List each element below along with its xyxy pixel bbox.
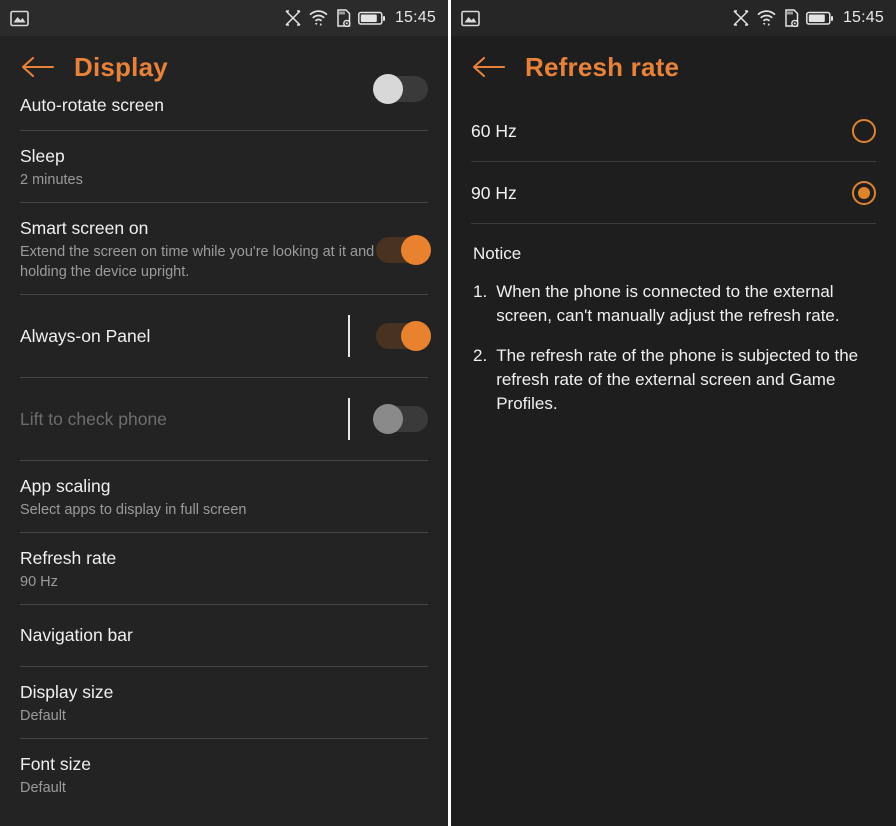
setting-title: Sleep: [20, 146, 65, 166]
wifi-icon: [757, 10, 776, 26]
setting-subtitle: Default: [20, 780, 66, 796]
setting-subtitle: Select apps to display in full screen: [20, 502, 247, 518]
setting-row-auto-rotate-screen[interactable]: Auto-rotate screen: [20, 74, 428, 130]
setting-title: Lift to check phone: [20, 408, 167, 429]
setting-title: Navigation bar: [20, 625, 133, 645]
battery-icon: [358, 11, 385, 25]
status-bar-system-icons: 15:45: [284, 8, 436, 28]
sd-card-icon: [785, 8, 799, 27]
status-bar-left: 15:45: [0, 0, 448, 36]
setting-title: Always-on Panel: [20, 325, 151, 346]
x-app-icon: [733, 10, 749, 26]
setting-title: App scaling: [20, 476, 111, 496]
dual-screenshot-container: 15:45 Display Auto-rotate screen Sleep 2…: [0, 0, 896, 826]
refresh-rate-app-bar: Refresh rate: [451, 36, 896, 94]
toggle-thumb: [373, 404, 403, 434]
row-text-group: Navigation bar: [20, 624, 428, 647]
notice-item: 1. When the phone is connected to the ex…: [473, 280, 876, 328]
notice-item: 2. The refresh rate of the phone is subj…: [473, 344, 876, 416]
display-settings-screen: 15:45 Display Auto-rotate screen Sleep 2…: [0, 0, 448, 826]
refresh-rate-screen: 15:45 Refresh rate 60 Hz 90 Hz Notice 1.…: [448, 0, 896, 826]
row-text-group: Always-on Panel: [20, 325, 348, 348]
status-bar-clock: 15:45: [394, 9, 436, 26]
refresh-rate-options: 60 Hz 90 Hz: [451, 100, 896, 224]
setting-row-display-size[interactable]: Display size Default: [20, 667, 428, 738]
status-bar-right: 15:45: [451, 0, 896, 36]
notice-item-text: When the phone is connected to the exter…: [496, 282, 840, 325]
setting-subtitle: 2 minutes: [20, 172, 83, 188]
toggle-separator: [348, 398, 350, 440]
wifi-icon: [309, 10, 328, 26]
setting-row-smart-screen-on[interactable]: Smart screen on Extend the screen on tim…: [20, 203, 431, 294]
sd-card-icon: [337, 8, 351, 27]
setting-title: Auto-rotate screen: [20, 95, 164, 115]
notice-section: Notice 1. When the phone is connected to…: [451, 224, 896, 416]
auto-rotate-toggle[interactable]: [373, 74, 428, 104]
lift-to-check-phone-toggle[interactable]: [373, 404, 428, 434]
status-bar-notifications: [10, 10, 29, 27]
back-arrow-icon[interactable]: [20, 55, 56, 79]
toggle-thumb: [401, 321, 431, 351]
photo-icon: [461, 10, 480, 26]
back-arrow-icon[interactable]: [471, 55, 507, 79]
setting-subtitle: Extend the screen on time while you're l…: [20, 244, 375, 280]
row-text-group: Refresh rate 90 Hz: [20, 547, 428, 592]
row-text-group: Display size Default: [20, 681, 428, 726]
setting-row-navigation-bar[interactable]: Navigation bar: [20, 605, 428, 666]
setting-title: Smart screen on: [20, 218, 149, 238]
radio-90hz[interactable]: [852, 181, 876, 205]
setting-title: Display size: [20, 682, 114, 702]
setting-subtitle: 90 Hz: [20, 574, 58, 590]
notice-item-number: 2.: [473, 346, 488, 365]
option-label: 90 Hz: [471, 182, 517, 203]
smart-screen-on-toggle[interactable]: [376, 234, 431, 265]
row-text-group: App scaling Select apps to display in fu…: [20, 475, 428, 520]
setting-row-always-on-panel[interactable]: Always-on Panel: [20, 295, 431, 377]
status-bar-system-icons: 15:45: [732, 8, 884, 28]
radio-60hz[interactable]: [852, 119, 876, 143]
setting-row-refresh-rate[interactable]: Refresh rate 90 Hz: [20, 533, 428, 604]
battery-icon: [806, 11, 833, 25]
x-app-icon: [285, 10, 301, 26]
option-row-60hz[interactable]: 60 Hz: [471, 100, 876, 161]
notice-item-number: 1.: [473, 282, 488, 301]
status-bar-clock: 15:45: [842, 9, 884, 26]
toggle-thumb: [401, 234, 431, 265]
page-title: Display: [74, 51, 168, 82]
row-text-group: Sleep 2 minutes: [20, 145, 428, 190]
row-text-group: Smart screen on Extend the screen on tim…: [20, 217, 376, 282]
display-settings-list: Auto-rotate screen Sleep 2 minutes Smart…: [0, 74, 448, 810]
row-text-group: Font size Default: [20, 753, 428, 798]
row-text-group: Auto-rotate screen: [20, 94, 376, 117]
always-on-panel-toggle[interactable]: [376, 321, 431, 351]
setting-row-app-scaling[interactable]: App scaling Select apps to display in fu…: [20, 461, 428, 532]
toggle-separator: [348, 315, 350, 357]
toggle-thumb: [373, 74, 403, 104]
photo-icon: [10, 10, 29, 26]
row-text-group: Lift to check phone: [20, 408, 348, 431]
status-bar-notifications: [461, 10, 480, 27]
notice-title: Notice: [473, 244, 522, 263]
option-label: 60 Hz: [471, 120, 517, 141]
setting-row-font-size[interactable]: Font size Default: [20, 739, 428, 810]
setting-subtitle: Default: [20, 708, 66, 724]
option-row-90hz[interactable]: 90 Hz: [471, 162, 876, 223]
setting-title: Refresh rate: [20, 548, 117, 568]
setting-title: Font size: [20, 754, 91, 774]
page-title: Refresh rate: [525, 51, 680, 82]
notice-item-text: The refresh rate of the phone is subject…: [496, 346, 859, 413]
setting-row-lift-to-check-phone[interactable]: Lift to check phone: [20, 378, 428, 460]
setting-row-sleep[interactable]: Sleep 2 minutes: [20, 131, 428, 202]
